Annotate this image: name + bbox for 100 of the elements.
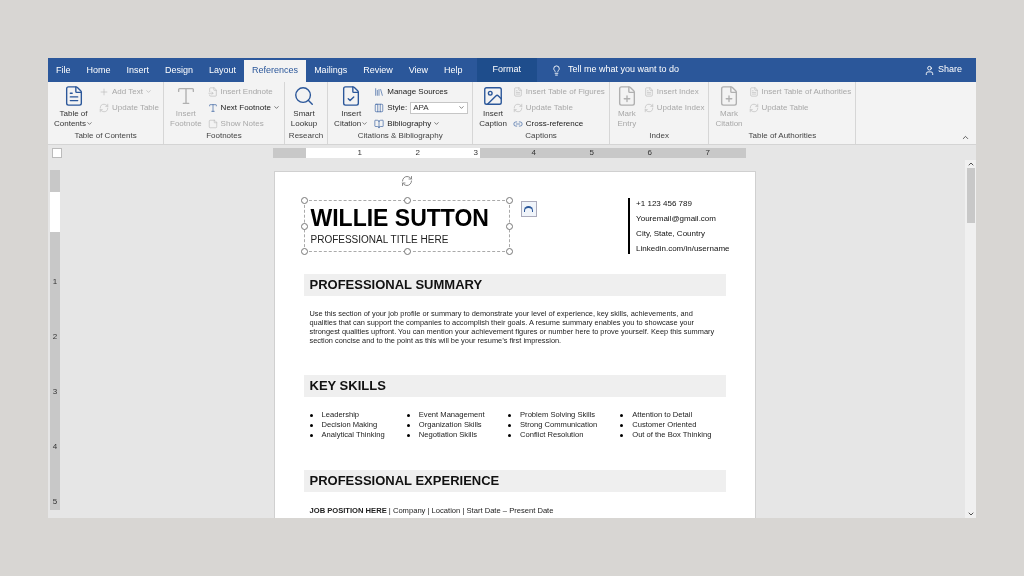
bullet-icon	[508, 423, 512, 427]
ruler-number: 2	[52, 332, 58, 342]
group-label: Table of Authorities	[747, 130, 818, 142]
library-icon	[374, 86, 385, 97]
ruler-number: 7	[704, 147, 711, 158]
caret-icon	[272, 104, 280, 111]
resize-handle[interactable]	[300, 223, 308, 230]
ruler-number: 1	[52, 277, 58, 287]
tell-me-search[interactable]: Tell me what you want to do	[568, 63, 680, 77]
ribbon-button[interactable]: Cross-reference	[525, 117, 584, 130]
caret-icon	[458, 104, 466, 111]
ribbon-tab[interactable]: Design	[157, 60, 202, 82]
ribbon-button[interactable]: Style:	[387, 101, 408, 114]
bullet-icon	[406, 413, 410, 417]
bullet-icon	[620, 423, 624, 427]
resize-handle[interactable]	[505, 248, 513, 255]
ribbon-tab[interactable]: Insert	[118, 60, 158, 82]
resize-handle[interactable]	[505, 223, 513, 230]
document-plus-icon	[718, 85, 740, 107]
ribbon-button[interactable]: Smart Lookup	[288, 85, 320, 130]
ribbon-tab[interactable]: Review	[355, 60, 401, 82]
ribbon-button[interactable]: Manage Sources	[387, 85, 448, 98]
ruler-number: 3	[52, 387, 58, 397]
group-label: Captions	[524, 130, 558, 142]
group-label: Research	[288, 130, 324, 142]
ruler-number: 2	[414, 147, 421, 158]
group-label: Footnotes	[205, 130, 243, 142]
bullet-icon	[620, 413, 624, 417]
section-heading: KEY SKILLS	[303, 375, 726, 397]
document-icon	[512, 86, 523, 97]
group-label: Index	[648, 130, 670, 142]
contact-line: Youremail@gmail.com	[636, 213, 717, 224]
caret-icon	[145, 88, 152, 95]
vertical-scrollbar[interactable]	[965, 160, 976, 518]
ribbon-tab[interactable]: Format	[476, 58, 538, 82]
plus-icon	[99, 86, 110, 97]
user-icon	[923, 64, 935, 76]
ribbon-tab[interactable]: File	[48, 60, 79, 82]
contact-line: City, State, Country	[636, 228, 706, 239]
refresh-icon	[748, 102, 759, 113]
group-label: Citations & Bibliography	[356, 130, 444, 142]
resize-handle[interactable]	[505, 197, 513, 204]
ribbon-tab[interactable]: Layout	[201, 60, 245, 82]
ribbon-button[interactable]: Insert Citation	[332, 85, 371, 130]
resize-handle[interactable]	[403, 248, 411, 255]
ribbon-button[interactable]: Table of Contents	[52, 85, 96, 130]
ribbon-button[interactable]: Insert Caption	[477, 85, 509, 130]
ribbon-tab[interactable]: Home	[78, 60, 119, 82]
section-heading: PROFESSIONAL SUMMARY	[303, 274, 726, 296]
scroll-down-icon[interactable]	[966, 510, 975, 518]
document-icon	[207, 86, 218, 97]
bullet-icon	[309, 433, 313, 437]
resize-handle[interactable]	[403, 197, 411, 204]
book-icon	[374, 118, 385, 129]
ribbon-button[interactable]: Next Footnote	[220, 101, 280, 114]
refresh-icon	[512, 102, 523, 113]
bullet-icon	[309, 413, 313, 417]
ruler-number: 5	[588, 147, 595, 158]
ribbon-button[interactable]: Bibliography	[387, 117, 441, 130]
lightbulb-icon	[551, 64, 563, 76]
resize-handle[interactable]	[300, 197, 308, 204]
refresh-icon	[99, 102, 110, 113]
collapse-ribbon-icon[interactable]	[961, 133, 970, 142]
resize-handle[interactable]	[300, 248, 308, 255]
ruler-margin-area	[50, 192, 60, 232]
scrollbar-thumb[interactable]	[966, 168, 975, 223]
tab-stop-selector[interactable]	[52, 147, 62, 158]
ruler-number: 4	[52, 442, 58, 452]
caret-icon	[361, 120, 369, 128]
contact-line: +1 123 456 789	[636, 198, 693, 209]
note-icon	[207, 118, 218, 129]
horizontal-ruler[interactable]: 1 2 3 4 5 6 7	[273, 147, 746, 158]
section-heading: PROFESSIONAL EXPERIENCE	[303, 470, 726, 492]
ruler-number: 3	[472, 147, 479, 158]
bullet-icon	[406, 423, 410, 427]
ribbon-tab[interactable]: View	[400, 60, 436, 82]
ruler-number: 6	[646, 147, 653, 158]
image-icon	[482, 85, 505, 107]
ruler-number: 5	[52, 497, 58, 507]
bullet-icon	[620, 433, 624, 437]
text-icon	[207, 102, 218, 113]
ribbon-tab[interactable]: References	[244, 60, 307, 82]
layout-options-icon[interactable]	[520, 201, 537, 217]
share-button[interactable]: Share	[923, 58, 976, 82]
bullet-icon	[508, 413, 512, 417]
vertical-ruler[interactable]: 1 2 3 4 5	[50, 170, 60, 510]
ruler-number: 1	[356, 147, 363, 158]
bullet-icon	[309, 423, 313, 427]
scroll-up-icon[interactable]	[966, 160, 975, 168]
document-icon	[643, 86, 654, 97]
rotate-handle-icon[interactable]	[400, 175, 413, 187]
refresh-icon	[643, 102, 654, 113]
style-dropdown[interactable]: APA	[410, 101, 469, 114]
ribbon-tab[interactable]: Mailings	[306, 60, 356, 82]
bullet-icon	[406, 433, 410, 437]
document-icon	[748, 86, 759, 97]
ribbon-tab[interactable]: Help	[436, 60, 471, 82]
columns-icon	[374, 102, 385, 113]
search-icon	[293, 85, 315, 107]
link-icon	[512, 118, 523, 129]
